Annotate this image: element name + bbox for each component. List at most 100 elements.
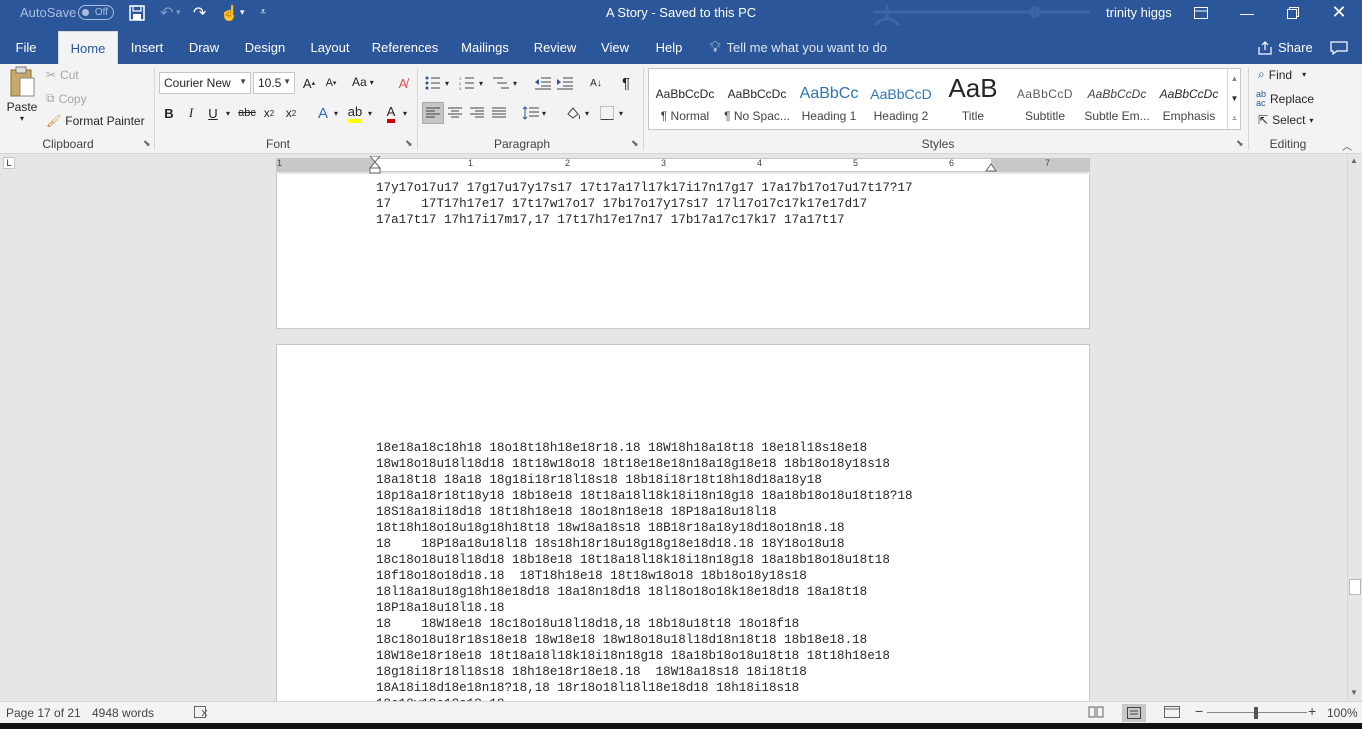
document-text-line[interactable]: 18A18i18d18e18n18?18,18 18r18o18l18l18e1… <box>376 680 799 696</box>
tab-design[interactable]: Design <box>238 31 292 64</box>
show-paragraph-marks-icon[interactable]: ¶ <box>615 72 637 94</box>
decrease-indent-icon[interactable] <box>532 72 554 94</box>
shading-icon[interactable] <box>562 102 584 124</box>
tell-me-search[interactable]: 💡︎ Tell me what you want to do <box>710 31 887 64</box>
zoom-level[interactable]: 100% <box>1327 706 1358 720</box>
change-case-button[interactable]: Aa ▾ <box>352 75 374 89</box>
zoom-slider-thumb[interactable] <box>1254 707 1258 719</box>
style-no-spacing[interactable]: AaBbCcDc ¶ No Spac... <box>721 69 793 129</box>
undo-icon[interactable]: ↶ <box>160 0 173 25</box>
styles-scroll-up-icon[interactable]: ▲ <box>1228 69 1241 89</box>
document-text-line[interactable]: 17 17T17h17e17 17t17w17o17 17b17o17y17s1… <box>376 196 867 212</box>
word-count[interactable]: 4948 words <box>92 706 154 720</box>
highlight-color-icon[interactable]: ab <box>344 102 366 124</box>
document-text-line[interactable]: 18c18o18u18l18d18 18b18e18 18t18a18l18k1… <box>376 552 890 568</box>
styles-scroll-down-icon[interactable]: ▼ <box>1228 89 1241 109</box>
save-icon[interactable] <box>129 0 145 25</box>
font-dialog-launcher-icon[interactable]: ⬊ <box>405 138 413 149</box>
document-text-line[interactable]: 18w18o18u18l18d18 18t18w18o18 18t18e18e1… <box>376 456 890 472</box>
grow-font-icon[interactable]: A ▴ <box>298 72 320 94</box>
style-emphasis[interactable]: AaBbCcDc Emphasis <box>1153 69 1225 129</box>
touch-mode-icon[interactable]: ☝ <box>220 0 239 25</box>
styles-more-icon[interactable]: ⩡ <box>1228 109 1241 129</box>
font-color-icon[interactable]: A <box>380 102 402 124</box>
autosave-toggle[interactable]: Off <box>78 5 114 20</box>
document-text-line[interactable]: 17a17t17 17h17i17m17,17 17t17h17e17n17 1… <box>376 212 845 228</box>
styles-dialog-launcher-icon[interactable]: ⬊ <box>1236 138 1244 149</box>
close-icon[interactable]: ✕ <box>1316 0 1362 25</box>
align-center-icon[interactable] <box>444 102 466 124</box>
document-text-line[interactable]: 18S18a18i18d18 18t18h18e18 18o18n18e18 1… <box>376 504 777 520</box>
ribbon-display-options-icon[interactable] <box>1178 0 1224 25</box>
strikethrough-icon[interactable]: abc <box>236 102 258 124</box>
scroll-up-icon[interactable]: ▲ <box>1350 156 1358 165</box>
justify-icon[interactable] <box>488 102 510 124</box>
tab-help[interactable]: Help <box>648 31 690 64</box>
zoom-out-icon[interactable]: − <box>1195 703 1203 719</box>
scroll-thumb[interactable] <box>1349 579 1361 595</box>
bullets-dropdown-icon[interactable]: ▾ <box>445 79 449 88</box>
print-layout-icon[interactable] <box>1122 704 1146 722</box>
touch-mode-dropdown-icon[interactable]: ▾ <box>240 0 245 25</box>
document-text-line[interactable]: 18c18o18u18r18s18e18 18w18e18 18w18o18u1… <box>376 632 867 648</box>
bullets-icon[interactable] <box>422 72 444 94</box>
proofing-icon[interactable] <box>194 706 208 721</box>
subscript-icon[interactable]: x2 <box>258 102 280 124</box>
indent-marker-icon[interactable] <box>369 156 381 174</box>
tab-insert[interactable]: Insert <box>124 31 170 64</box>
document-text-line[interactable]: 18g18i18r18l18s18 18h18e18r18e18.18 18W1… <box>376 664 807 680</box>
line-spacing-icon[interactable] <box>520 102 542 124</box>
tab-selector-icon[interactable]: L <box>3 157 15 169</box>
zoom-in-icon[interactable]: + <box>1308 703 1316 719</box>
multilevel-list-icon[interactable] <box>490 72 512 94</box>
shading-dropdown-icon[interactable]: ▾ <box>585 109 589 118</box>
tab-references[interactable]: References <box>368 31 442 64</box>
undo-dropdown-icon[interactable]: ▾ <box>176 0 181 25</box>
italic-icon[interactable]: I <box>180 102 202 124</box>
select-button[interactable]: ⇱ Select ▾ <box>1258 113 1313 127</box>
document-canvas[interactable]: 17y17o17u17 17g17u17y17s17 17t17a17l17k1… <box>0 174 1347 701</box>
copy-button[interactable]: ⧉ Copy <box>46 91 87 106</box>
cut-button[interactable]: ✂ Cut <box>46 68 79 82</box>
style-subtitle[interactable]: AaBbCcD Subtitle <box>1009 69 1081 129</box>
web-layout-icon[interactable] <box>1164 706 1180 721</box>
restore-icon[interactable] <box>1270 0 1316 25</box>
share-button[interactable]: Share <box>1258 31 1313 64</box>
document-text-line[interactable]: 18W18e18r18e18 18t18a18l18k18i18n18g18 1… <box>376 648 890 664</box>
replace-button[interactable]: ab ac Replace <box>1256 90 1314 108</box>
underline-icon[interactable]: U <box>202 102 224 124</box>
numbering-icon[interactable]: 123 <box>456 72 478 94</box>
increase-indent-icon[interactable] <box>554 72 576 94</box>
tab-home[interactable]: Home <box>58 31 118 64</box>
font-size-dropdown-icon[interactable]: ▼ <box>283 77 291 86</box>
user-name[interactable]: trinity higgs <box>1106 0 1172 25</box>
numbering-dropdown-icon[interactable]: ▾ <box>479 79 483 88</box>
clipboard-dialog-launcher-icon[interactable]: ⬊ <box>143 138 151 149</box>
borders-icon[interactable] <box>596 102 618 124</box>
document-text-line[interactable]: 18p18a18r18t18y18 18b18e18 18t18a18l18k1… <box>376 488 913 504</box>
document-text-line[interactable]: 18 18P18a18u18l18 18s18h18r18u18g18g18e1… <box>376 536 845 552</box>
highlight-dropdown-icon[interactable]: ▾ <box>368 109 372 118</box>
paste-button[interactable]: Paste ▾ <box>6 66 38 128</box>
style-subtle-emphasis[interactable]: AaBbCcDc Subtle Em... <box>1081 69 1153 129</box>
tab-mailings[interactable]: Mailings <box>455 31 515 64</box>
collapse-ribbon-icon[interactable]: ︿ <box>1342 138 1352 153</box>
document-text-line[interactable]: 18P18a18u18l18.18 <box>376 600 504 616</box>
document-text-line[interactable]: 18 18W18e18 18c18o18u18l18d18,18 18b18u1… <box>376 616 799 632</box>
document-text-line[interactable]: 18f18o18o18d18.18 18T18h18e18 18t18w18o1… <box>376 568 807 584</box>
align-right-icon[interactable] <box>466 102 488 124</box>
align-left-icon[interactable] <box>422 102 444 124</box>
tab-review[interactable]: Review <box>527 31 583 64</box>
document-text-line[interactable]: 18e18a18c18h18 18o18t18h18e18r18.18 18W1… <box>376 440 867 456</box>
tab-layout[interactable]: Layout <box>304 31 356 64</box>
sort-icon[interactable]: A↓ <box>585 72 607 94</box>
underline-dropdown-icon[interactable]: ▾ <box>226 109 230 118</box>
tab-view[interactable]: View <box>596 31 634 64</box>
paragraph-dialog-launcher-icon[interactable]: ⬊ <box>631 138 639 149</box>
borders-dropdown-icon[interactable]: ▾ <box>619 109 623 118</box>
page-count[interactable]: Page 17 of 21 <box>6 706 81 720</box>
redo-icon[interactable]: ↷ <box>193 0 206 25</box>
text-effects-dropdown-icon[interactable]: ▾ <box>334 109 338 118</box>
document-page[interactable]: 18e18a18c18h18 18o18t18h18e18r18.18 18W1… <box>276 344 1090 701</box>
format-painter-button[interactable]: 🖌︎ Format Painter <box>46 114 145 128</box>
